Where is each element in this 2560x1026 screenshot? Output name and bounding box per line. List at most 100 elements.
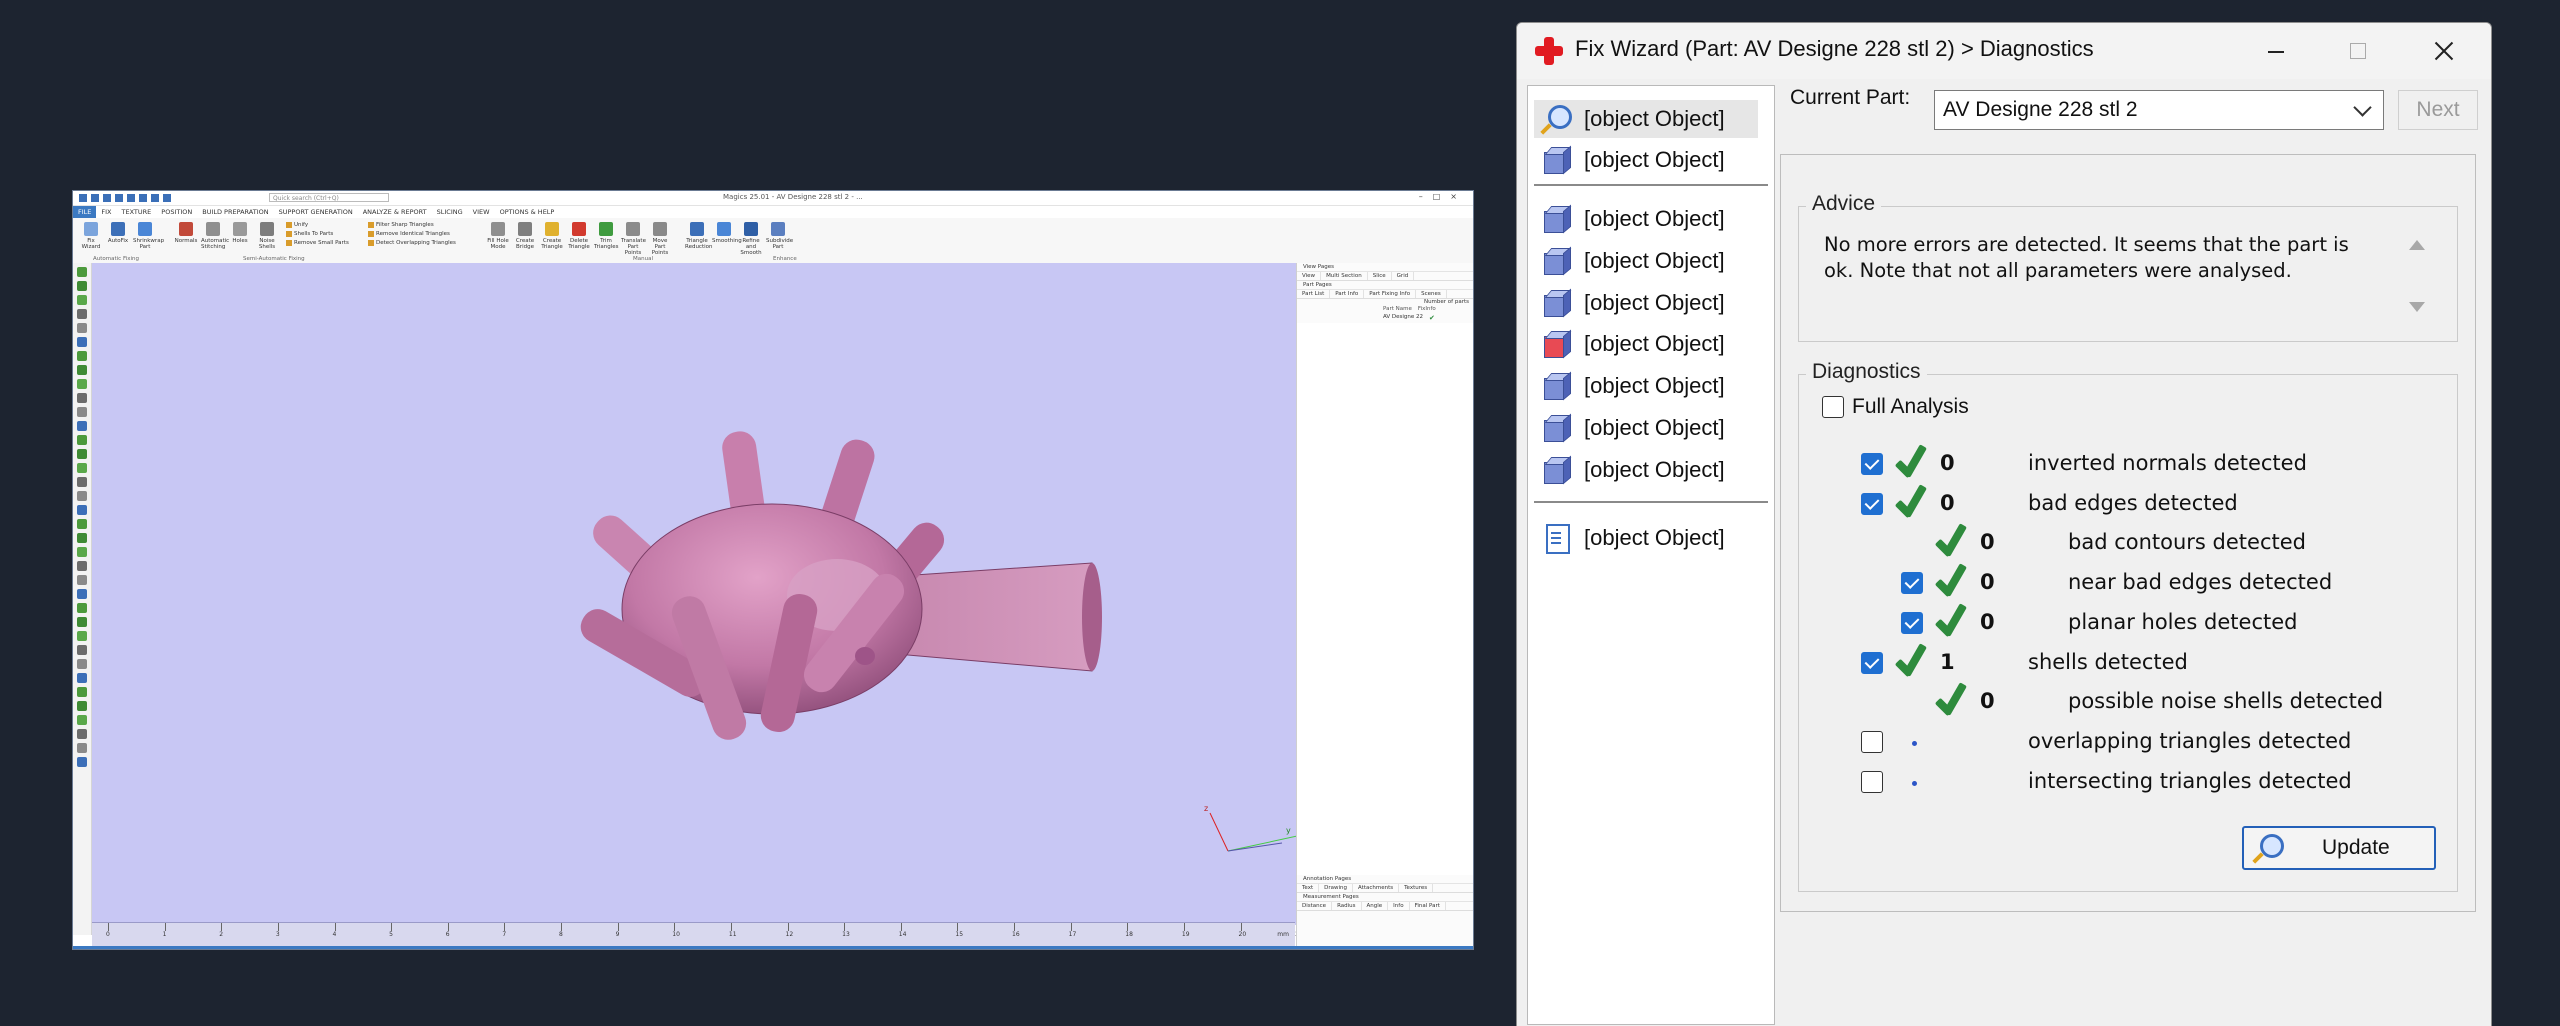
update-button[interactable]: Update (2242, 826, 2436, 870)
tool-icon[interactable] (77, 575, 87, 585)
close-button[interactable] (2415, 31, 2471, 71)
tool-icon[interactable] (77, 687, 87, 697)
ribbon-holes-button[interactable]: Holes (228, 222, 252, 244)
nav-noise-shells[interactable]: [object Object] (1540, 284, 1725, 322)
tool-icon[interactable] (77, 757, 87, 767)
advice-scrollbar[interactable] (2404, 228, 2430, 324)
tool-icon[interactable] (77, 701, 87, 711)
tool-icon[interactable] (77, 673, 87, 683)
menu-file[interactable]: FILE (73, 206, 97, 218)
ribbon-shells-to-parts-button[interactable]: Shells To Parts (286, 231, 333, 237)
tool-icon[interactable] (77, 715, 87, 725)
ribbon-autofix-button[interactable]: AutoFix (106, 222, 130, 244)
diagnostic-checkbox[interactable] (1861, 492, 1883, 515)
diagnostic-checkbox[interactable] (1861, 651, 1883, 674)
panel-header[interactable]: Measurement Pages (1297, 893, 1473, 902)
minimize-button[interactable] (2247, 31, 2303, 71)
panel-tab[interactable]: Part Fixing Info (1364, 290, 1417, 298)
tool-icon[interactable] (77, 309, 87, 319)
menu-options-help[interactable]: OPTIONS & HELP (495, 206, 560, 218)
nav-triangles[interactable]: [object Object] (1540, 367, 1725, 405)
menu-analyze-report[interactable]: ANALYZE & REPORT (358, 206, 432, 218)
tool-icon[interactable] (77, 603, 87, 613)
tool-icon[interactable] (77, 267, 87, 277)
ribbon-detect-overlapping-triangles-button[interactable]: Detect Overlapping Triangles (368, 240, 456, 246)
tool-icon[interactable] (77, 729, 87, 739)
ribbon-remove-identical-triangles-button[interactable]: Remove Identical Triangles (368, 231, 450, 237)
full-analysis-label[interactable]: Full Analysis (1852, 395, 1969, 419)
menu-position[interactable]: POSITION (156, 206, 197, 218)
tool-icon[interactable] (77, 477, 87, 487)
panel-tab[interactable]: Scenes (1416, 290, 1447, 298)
nav-overlaps[interactable]: [object Object] (1540, 409, 1725, 447)
tool-icon[interactable] (77, 547, 87, 557)
magics-left-toolbar[interactable] (73, 263, 92, 935)
panel-tab[interactable]: Grid (1392, 272, 1415, 280)
tool-icon[interactable] (77, 463, 87, 473)
maximize-button[interactable] (2329, 31, 2385, 71)
diagnostic-checkbox[interactable] (1861, 730, 1883, 753)
panel-tab[interactable]: Radius (1332, 902, 1362, 910)
ribbon-subdivide-part-button[interactable]: Subdivide Part (766, 222, 793, 250)
tool-icon[interactable] (77, 561, 87, 571)
quick-search-input[interactable]: Quick search (Ctrl+Q) (269, 193, 389, 202)
panel-tab[interactable]: Text (1297, 884, 1320, 892)
tool-icon[interactable] (77, 379, 87, 389)
diagnostic-checkbox[interactable] (1901, 611, 1923, 634)
3d-viewport[interactable]: z y (92, 263, 1303, 925)
panel-tab[interactable]: Part List (1297, 290, 1331, 298)
panel-tab[interactable]: Distance (1297, 902, 1333, 910)
scroll-up-arrow-icon[interactable] (2409, 240, 2425, 250)
ribbon-fix-wizard-button[interactable]: Fix Wizard (79, 222, 103, 250)
scroll-down-arrow-icon[interactable] (2409, 302, 2425, 312)
tool-icon[interactable] (77, 407, 87, 417)
ribbon-trim-triangles-button[interactable]: Trim Triangles (594, 222, 618, 250)
ribbon-create-bridge-button[interactable]: Create Bridge (513, 222, 537, 250)
diagnostic-checkbox[interactable] (1861, 453, 1883, 475)
panel-tab[interactable]: Slice (1368, 272, 1392, 280)
panel-tab[interactable]: Textures (1399, 884, 1434, 892)
nav-normals[interactable]: [object Object] (1540, 200, 1725, 238)
ribbon-fill-hole-mode-button[interactable]: Fill Hole Mode (486, 222, 510, 250)
tool-icon[interactable] (77, 645, 87, 655)
current-part-select[interactable]: AV Designe 228 stl 2 (1934, 90, 2384, 130)
menu-fix[interactable]: FIX (96, 206, 116, 218)
ribbon-unify-button[interactable]: Unify (286, 222, 308, 228)
menu-support-generation[interactable]: SUPPORT GENERATION (274, 206, 358, 218)
ribbon-create-triangle-button[interactable]: Create Triangle (540, 222, 564, 250)
panel-tab[interactable]: Part Info (1330, 290, 1365, 298)
tool-icon[interactable] (77, 435, 87, 445)
nav-diagnostics[interactable]: [object Object] (1534, 100, 1758, 138)
panel-tab[interactable]: Drawing (1319, 884, 1353, 892)
ribbon-shrinkwrap-part-button[interactable]: Shrinkwrap Part (133, 222, 164, 250)
menu-view[interactable]: VIEW (468, 206, 495, 218)
nav-stitching[interactable]: [object Object] (1540, 242, 1725, 280)
magics-window-controls[interactable]: –□× (1419, 192, 1467, 201)
ribbon-remove-small-parts-button[interactable]: Remove Small Parts (286, 240, 349, 246)
menu-texture[interactable]: TEXTURE (117, 206, 157, 218)
ribbon-smoothing-button[interactable]: Smoothing (712, 222, 742, 244)
panel-tab[interactable]: Multi Section (1321, 272, 1368, 280)
tool-icon[interactable] (77, 533, 87, 543)
nav-holes[interactable]: [object Object] (1540, 325, 1725, 363)
tool-icon[interactable] (77, 743, 87, 753)
nav-profiles[interactable]: [object Object] (1540, 519, 1725, 557)
tool-icon[interactable] (77, 323, 87, 333)
ribbon-move-part-points-button[interactable]: Move Part Points (648, 222, 672, 256)
tool-icon[interactable] (77, 365, 87, 375)
diagnostic-checkbox[interactable] (1861, 770, 1883, 793)
full-analysis-checkbox[interactable] (1822, 396, 1844, 418)
ribbon-automatic-stitching-button[interactable]: Automatic Stitching (201, 222, 229, 250)
panel-tab[interactable]: Attachments (1353, 884, 1400, 892)
menu-slicing[interactable]: SLICING (432, 206, 468, 218)
part-render[interactable]: z y (92, 263, 1303, 925)
panel-header[interactable]: Annotation Pages (1297, 875, 1473, 884)
ribbon-noise-shells-button[interactable]: Noise Shells (255, 222, 279, 250)
ribbon-delete-triangle-button[interactable]: Delete Triangle (567, 222, 591, 250)
diagnostic-checkbox[interactable] (1901, 572, 1923, 595)
tool-icon[interactable] (77, 393, 87, 403)
tool-icon[interactable] (77, 449, 87, 459)
tool-icon[interactable] (77, 589, 87, 599)
ribbon-filter-sharp-triangles-button[interactable]: Filter Sharp Triangles (368, 222, 434, 228)
panel-tab[interactable]: Angle (1362, 902, 1389, 910)
